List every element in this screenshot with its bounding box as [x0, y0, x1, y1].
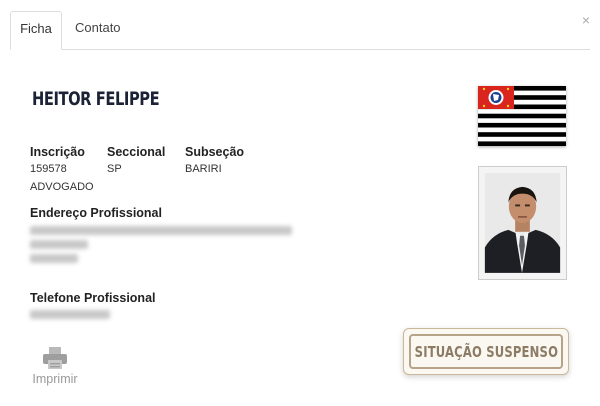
endereco-line-2-redacted — [30, 240, 88, 249]
telefone-label: Telefone Profissional — [30, 291, 156, 305]
sao-paulo-flag-icon — [478, 86, 566, 146]
endereco-line-3-redacted — [30, 254, 78, 263]
seccional-value: SP — [107, 163, 122, 175]
printer-icon — [43, 347, 67, 369]
status-badge-text: SITUAÇÃO SUSPENSO — [409, 334, 563, 369]
inscricao-value: 159578 — [30, 163, 67, 175]
endereco-line-1-redacted — [30, 226, 292, 235]
lawyer-name: HEITOR FELIPPE — [32, 88, 160, 110]
tab-ficha[interactable]: Ficha — [10, 11, 62, 50]
lawyer-photo — [478, 166, 567, 280]
seccional-label: Seccional — [107, 145, 166, 159]
subsecao-label: Subseção — [185, 145, 245, 159]
tab-contato[interactable]: Contato — [73, 11, 123, 48]
inscricao-label: Inscrição — [30, 145, 85, 159]
subsecao-value: BARIRI — [185, 163, 222, 175]
print-label: Imprimir — [32, 372, 78, 386]
telefone-value-redacted — [30, 310, 110, 319]
status-badge: SITUAÇÃO SUSPENSO — [403, 328, 569, 375]
close-icon[interactable]: × — [582, 10, 590, 30]
print-button[interactable]: Imprimir — [30, 346, 80, 386]
tab-bar: Ficha Contato — [10, 11, 590, 50]
lawyer-record-modal: Ficha Contato × HEITOR FELIPPE Inscrição… — [0, 0, 600, 406]
endereco-label: Endereço Profissional — [30, 206, 162, 220]
tipo-inscricao: ADVOGADO — [30, 181, 94, 193]
